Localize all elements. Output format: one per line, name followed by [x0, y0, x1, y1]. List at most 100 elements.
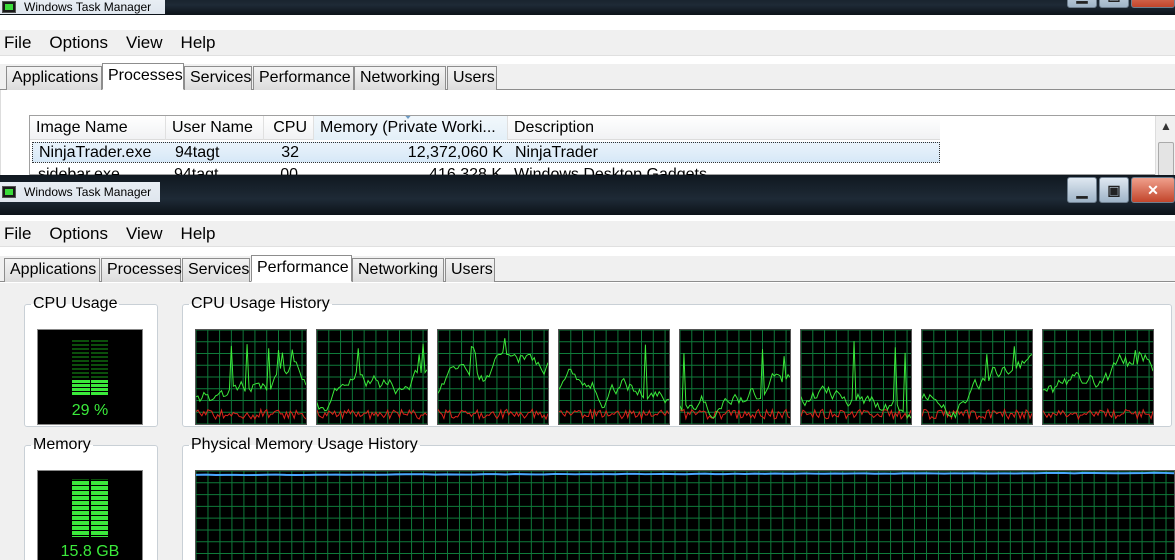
cpu-core-graph-7	[921, 329, 1033, 425]
kernel-time-line	[801, 408, 911, 421]
tab-processes[interactable]: Processes	[101, 258, 182, 282]
minimize-icon: ▁	[1077, 0, 1088, 4]
cpu-usage-line	[801, 341, 911, 420]
physical-memory-history-group: Physical Memory Usage History	[182, 436, 1175, 560]
table-row[interactable]: NinjaTrader.exe 94tagt 32 12,372,060 K N…	[32, 142, 940, 163]
minimize-button[interactable]: ▁	[1067, 177, 1097, 203]
kernel-time-line	[922, 407, 1032, 421]
menu-view[interactable]: View	[126, 33, 163, 53]
cell-memory: 12,372,060 K	[407, 144, 503, 161]
menu-file[interactable]: File	[4, 33, 31, 53]
task-manager-window-performance: Windows Task Manager ▁ ▣ ✕ File Options …	[0, 175, 1175, 560]
titlebar-background-timestamps	[190, 0, 1050, 15]
cpu-usage-fill	[72, 379, 108, 396]
kernel-time-line	[196, 407, 306, 421]
tab-processes[interactable]: Processes	[102, 63, 184, 90]
kernel-time-line	[680, 407, 790, 421]
cpu-core-graph-2	[316, 329, 428, 425]
cell-image-name: NinjaTrader.exe	[39, 144, 152, 161]
minimize-button[interactable]: ▁	[1067, 0, 1097, 8]
menu-bar: File Options View Help	[0, 30, 1175, 56]
cpu-usage-line	[196, 344, 306, 403]
menu-options[interactable]: Options	[49, 33, 108, 53]
table-row[interactable]: sidebar.exe 94tagt 00 416,328 K Windows …	[32, 165, 940, 175]
menu-help[interactable]: Help	[181, 33, 216, 53]
column-description[interactable]: Description	[508, 116, 940, 140]
cpu-usage-line	[680, 349, 790, 419]
menu-view[interactable]: View	[126, 224, 163, 244]
tab-applications[interactable]: Applications	[4, 258, 100, 282]
cpu-core-graph-6	[800, 329, 912, 425]
tab-performance[interactable]: Performance	[251, 255, 352, 282]
memory-history-svg	[196, 471, 1174, 560]
cpu-usage-history-group: CPU Usage History	[182, 295, 1172, 427]
tab-networking[interactable]: Networking	[352, 258, 444, 282]
cpu-usage-line	[1043, 350, 1153, 394]
maximize-button[interactable]: ▣	[1099, 177, 1129, 203]
column-memory-label: Memory (Private Worki...	[320, 119, 496, 136]
cpu-core-graph-1	[195, 329, 307, 425]
process-list: Image Name User Name CPU Memory (Private…	[29, 115, 1175, 175]
menu-options[interactable]: Options	[49, 224, 108, 244]
cell-cpu: 32	[281, 144, 299, 161]
memory-meter: 15.8 GB	[37, 470, 143, 560]
memory-value: 15.8 GB	[60, 543, 120, 560]
sort-descending-icon	[402, 116, 414, 119]
title-area: Windows Task Manager	[0, 0, 165, 14]
cpu-usage-bars	[72, 338, 108, 396]
memory-title: Memory	[33, 436, 91, 453]
cpu-core-graph-5	[679, 329, 791, 425]
tab-services[interactable]: Services	[182, 258, 250, 282]
physical-memory-history-graph	[195, 470, 1175, 560]
cell-description: Windows Desktop Gadgets	[514, 166, 707, 175]
kernel-time-line	[438, 408, 548, 421]
tab-networking[interactable]: Networking	[354, 66, 446, 90]
tab-users[interactable]: Users	[445, 258, 495, 282]
minimize-icon: ▁	[1076, 181, 1088, 198]
titlebar-background-timestamps	[190, 175, 1050, 215]
menu-help[interactable]: Help	[181, 224, 216, 244]
tab-users[interactable]: Users	[447, 66, 497, 90]
memory-usage-line	[196, 471, 1174, 477]
kernel-time-line	[1043, 407, 1153, 421]
cpu-usage-group: CPU Usage 29 %	[24, 295, 158, 427]
cpu-usage-line	[559, 344, 669, 409]
processes-panel: Image Name User Name CPU Memory (Private…	[0, 90, 1175, 175]
scroll-thumb[interactable]	[1158, 142, 1174, 175]
cpu-usage-meter: 29 %	[37, 329, 143, 425]
task-manager-icon	[2, 186, 16, 198]
close-button[interactable]: ✕	[1131, 177, 1175, 203]
cpu-core-graph-8	[1042, 329, 1154, 425]
physical-memory-history-title: Physical Memory Usage History	[191, 436, 418, 453]
window-controls: ▁ ▣ ✕	[1067, 177, 1175, 203]
process-list-header: Image Name User Name CPU Memory (Private…	[30, 116, 940, 140]
column-cpu[interactable]: CPU	[264, 116, 314, 140]
tab-performance[interactable]: Performance	[253, 66, 354, 90]
window-controls: ▁ ▣ ✕	[1067, 0, 1175, 8]
menu-file[interactable]: File	[4, 224, 31, 244]
column-image-name[interactable]: Image Name	[30, 116, 166, 140]
tab-services[interactable]: Services	[184, 66, 252, 90]
title-bar[interactable]: Windows Task Manager ▁ ▣ ✕	[0, 0, 1175, 15]
cell-image-name: sidebar.exe	[38, 166, 120, 175]
close-icon: ✕	[1147, 0, 1159, 4]
column-user-name[interactable]: User Name	[166, 116, 264, 140]
tab-applications[interactable]: Applications	[6, 66, 102, 90]
menu-bar: File Options View Help	[0, 221, 1175, 247]
cpu-usage-title: CPU Usage	[33, 295, 118, 312]
cell-description: NinjaTrader	[515, 144, 598, 161]
title-area: Windows Task Manager	[0, 182, 160, 202]
window-title: Windows Task Manager	[24, 0, 152, 14]
maximize-button[interactable]: ▣	[1099, 0, 1129, 8]
cpu-usage-value: 29 %	[71, 402, 109, 419]
cell-user-name: 94tagt	[175, 144, 220, 161]
task-manager-icon	[2, 1, 16, 13]
cpu-usage-history-title: CPU Usage History	[191, 295, 330, 312]
cpu-core-graph-4	[558, 329, 670, 425]
column-memory[interactable]: Memory (Private Worki...	[314, 116, 508, 140]
title-bar[interactable]: Windows Task Manager ▁ ▣ ✕	[0, 175, 1175, 215]
cell-cpu: 00	[280, 166, 298, 175]
scroll-up-icon[interactable]: ▲	[1156, 116, 1175, 136]
close-button[interactable]: ✕	[1131, 0, 1175, 8]
vertical-scrollbar[interactable]: ▲	[1155, 116, 1175, 175]
